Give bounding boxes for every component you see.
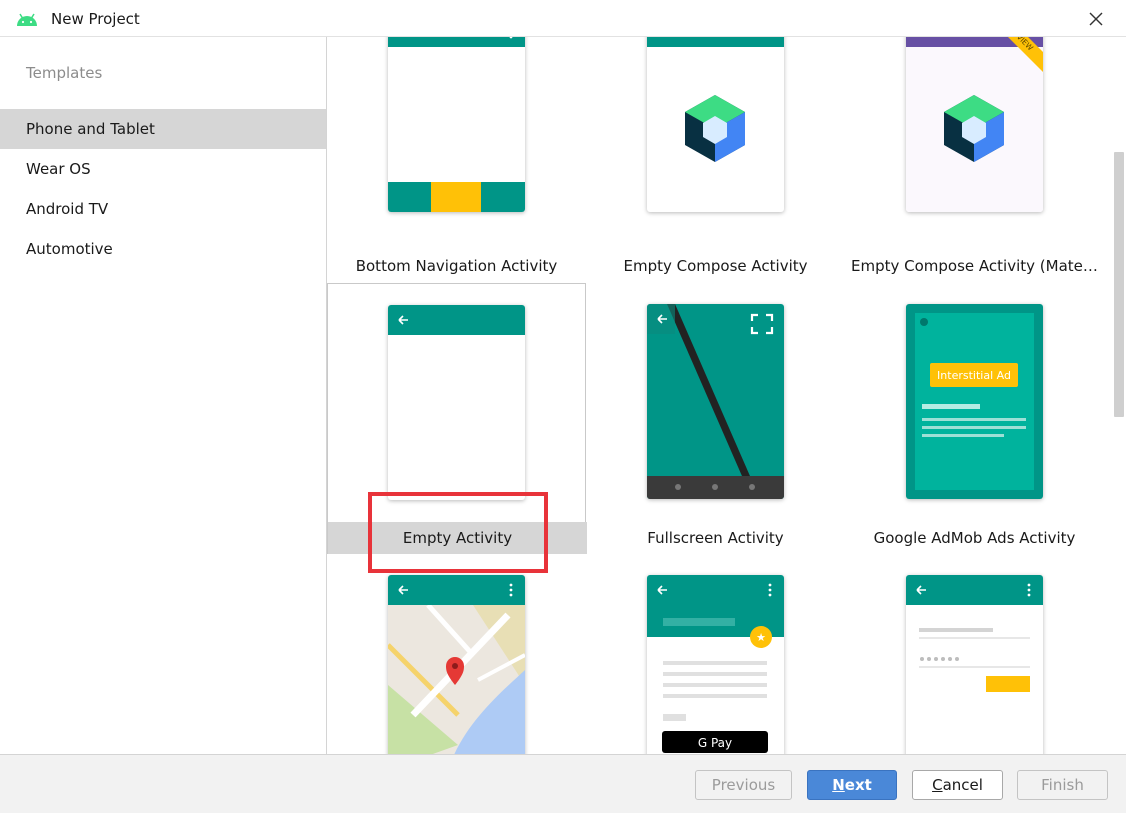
template-preview bbox=[647, 37, 784, 212]
next-mnemonic: N bbox=[832, 776, 845, 794]
template-preview: Interstitial Ad bbox=[906, 304, 1043, 499]
cancel-button[interactable]: Cancel bbox=[912, 770, 1003, 800]
template-preview: PREVIEW bbox=[906, 37, 1043, 212]
template-google-pay-activity[interactable]: ★ G Pay bbox=[586, 554, 845, 754]
sidebar-item-automotive[interactable]: Automotive bbox=[0, 229, 326, 269]
finish-button[interactable]: Finish bbox=[1017, 770, 1108, 800]
template-label: Empty Activity bbox=[328, 522, 587, 554]
ad-label: Interstitial Ad bbox=[937, 369, 1011, 382]
next-label: ext bbox=[844, 776, 872, 794]
template-empty-compose-activity-material3[interactable]: PREVIEW Empty Compose Activity (Material… bbox=[845, 37, 1104, 283]
sidebar-item-android-tv[interactable]: Android TV bbox=[0, 189, 326, 229]
scrollbar-thumb[interactable] bbox=[1114, 152, 1124, 417]
template-google-admob-ads-activity[interactable]: Interstitial Ad Google AdMob Ads Activit… bbox=[845, 283, 1104, 554]
template-preview bbox=[647, 304, 784, 499]
template-bottom-navigation-activity[interactable]: Bottom Navigation Activity bbox=[327, 37, 586, 283]
template-login-activity[interactable] bbox=[845, 554, 1104, 754]
cancel-label: ancel bbox=[942, 776, 983, 794]
template-label: Bottom Navigation Activity bbox=[355, 257, 558, 275]
template-empty-compose-activity[interactable]: Empty Compose Activity bbox=[586, 37, 845, 283]
template-fullscreen-activity[interactable]: Fullscreen Activity bbox=[586, 283, 845, 554]
template-preview bbox=[388, 305, 525, 500]
cancel-mnemonic: C bbox=[932, 776, 943, 794]
sidebar-item-phone-and-tablet[interactable]: Phone and Tablet bbox=[0, 109, 326, 149]
template-preview bbox=[388, 575, 525, 754]
template-grid: Bottom Navigation Activity Empty Compose… bbox=[327, 37, 1126, 754]
close-button[interactable] bbox=[1082, 6, 1110, 32]
template-preview: ★ G Pay bbox=[647, 575, 784, 754]
previous-button[interactable]: Previous bbox=[695, 770, 792, 800]
template-label: Google AdMob Ads Activity bbox=[873, 529, 1076, 547]
android-icon bbox=[17, 13, 37, 26]
close-icon bbox=[1089, 12, 1103, 26]
next-button[interactable]: Next bbox=[807, 770, 897, 800]
sidebar-header: Templates bbox=[26, 64, 103, 82]
sidebar: Templates Phone and Tablet Wear OS Andro… bbox=[0, 37, 327, 754]
template-label: Empty Compose Activity (Material3) bbox=[851, 257, 1104, 275]
template-preview bbox=[906, 575, 1043, 754]
svg-text:★: ★ bbox=[756, 631, 766, 644]
template-label: Fullscreen Activity bbox=[647, 529, 784, 547]
template-label: Empty Compose Activity bbox=[623, 257, 808, 275]
template-google-maps-activity[interactable] bbox=[327, 554, 586, 754]
sidebar-item-wear-os[interactable]: Wear OS bbox=[0, 149, 326, 189]
title-bar: New Project bbox=[0, 0, 1126, 37]
footer: Previous Next Cancel Finish bbox=[0, 754, 1126, 813]
template-empty-activity[interactable]: Empty Activity bbox=[327, 283, 587, 554]
template-preview bbox=[388, 37, 525, 212]
pay-label: G Pay bbox=[698, 736, 732, 750]
window-title: New Project bbox=[51, 10, 140, 28]
